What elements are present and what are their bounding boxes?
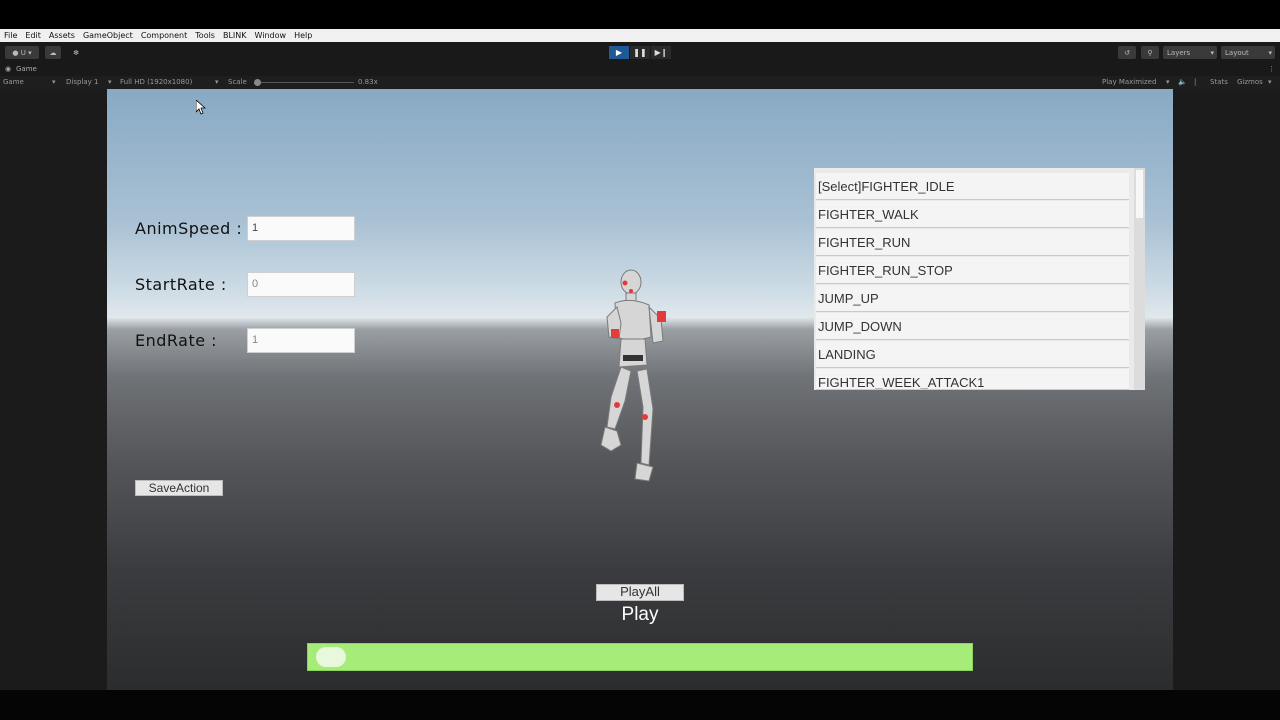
tab-game[interactable]: Game: [16, 65, 37, 73]
menu-bar: File Edit Assets GameObject Component To…: [0, 29, 1280, 42]
resolution-select[interactable]: Full HD (1920x1080): [120, 78, 192, 86]
stats-separator: |: [1194, 78, 1197, 86]
chevron-down-icon: ▾: [1210, 48, 1214, 57]
list-item[interactable]: FIGHTER_RUN_STOP: [816, 257, 1129, 284]
list-item[interactable]: JUMP_DOWN: [816, 313, 1129, 340]
menu-gameobject[interactable]: GameObject: [79, 31, 137, 40]
step-icon[interactable]: ▶❙: [651, 46, 671, 59]
chevron-down-icon: ▾: [52, 78, 56, 86]
list-item[interactable]: JUMP_UP: [816, 285, 1129, 312]
menu-file[interactable]: File: [0, 31, 21, 40]
start-rate-input[interactable]: 0: [247, 272, 355, 297]
menu-window[interactable]: Window: [251, 31, 291, 40]
start-rate-label: StartRate :: [135, 275, 227, 294]
display-select[interactable]: Display 1: [66, 78, 98, 86]
audio-icon[interactable]: 🔈: [1178, 78, 1187, 86]
play-mode-select[interactable]: Play Maximized: [1102, 78, 1156, 86]
scale-value: 0.83x: [358, 78, 378, 86]
scale-label: Scale: [228, 78, 247, 86]
layers-dropdown[interactable]: Layers ▾: [1163, 46, 1217, 59]
progress-slider[interactable]: [307, 643, 973, 671]
menu-help[interactable]: Help: [290, 31, 316, 40]
end-rate-input[interactable]: 1: [247, 328, 355, 353]
anim-speed-label: AnimSpeed :: [135, 219, 243, 238]
play-all-button[interactable]: PlayAll: [596, 584, 684, 601]
robot-character: [600, 269, 666, 482]
list-item[interactable]: FIGHTER_RUN: [816, 229, 1129, 256]
account-dropdown[interactable]: ● U ▾: [5, 46, 39, 59]
game-icon: ◉: [5, 65, 12, 73]
menu-blink[interactable]: BLINK: [219, 31, 251, 40]
save-action-button[interactable]: SaveAction: [135, 480, 223, 496]
scale-slider-track[interactable]: [256, 82, 354, 83]
end-rate-label: EndRate :: [135, 331, 218, 350]
animation-list: [Select]FIGHTER_IDLE FIGHTER_WALK FIGHTE…: [814, 168, 1145, 390]
play-label[interactable]: Play: [600, 604, 680, 626]
bottom-bar: [0, 690, 1280, 720]
main-toolbar: ● U ▾ ☁ ✻ ▶ ❚❚ ▶❙ ↺ ⚲ Layers ▾ Layout ▾: [0, 42, 1280, 63]
collab-icon[interactable]: ✻: [68, 46, 84, 59]
anim-speed-input[interactable]: 1: [247, 216, 355, 241]
game-view-toolbar: Game ▾ Display 1 ▾ Full HD (1920x1080) ▾…: [0, 76, 1280, 89]
chevron-down-icon: ▾: [215, 78, 219, 86]
view-select[interactable]: Game: [3, 78, 24, 86]
pause-icon[interactable]: ❚❚: [630, 46, 650, 59]
history-icon[interactable]: ↺: [1118, 46, 1136, 59]
menu-tools[interactable]: Tools: [191, 31, 219, 40]
chevron-down-icon: ▾: [1268, 48, 1272, 57]
stats-toggle[interactable]: Stats: [1210, 78, 1228, 86]
menu-component[interactable]: Component: [137, 31, 191, 40]
list-item[interactable]: [Select]FIGHTER_IDLE: [816, 173, 1129, 200]
list-scrollbar-thumb[interactable]: [1136, 170, 1143, 218]
list-item[interactable]: LANDING: [816, 341, 1129, 368]
list-item[interactable]: FIGHTER_WEEK_ATTACK1: [816, 369, 1129, 390]
menu-edit[interactable]: Edit: [21, 31, 45, 40]
mouse-cursor-icon: [196, 100, 206, 115]
chevron-down-icon: ▾: [1268, 78, 1272, 86]
more-options-icon[interactable]: ⋮: [1268, 65, 1275, 73]
progress-slider-handle[interactable]: [316, 647, 346, 667]
menu-assets[interactable]: Assets: [45, 31, 79, 40]
search-icon[interactable]: ⚲: [1141, 46, 1159, 59]
scale-slider-handle[interactable]: [254, 79, 261, 86]
list-item[interactable]: FIGHTER_WALK: [816, 201, 1129, 228]
chevron-down-icon: ▾: [1166, 78, 1170, 86]
layout-dropdown[interactable]: Layout ▾: [1221, 46, 1275, 59]
cloud-icon[interactable]: ☁: [45, 46, 61, 59]
game-tab-bar: ◉ Game ⋮: [0, 63, 1280, 76]
chevron-down-icon: ▾: [108, 78, 112, 86]
account-icon: ●: [12, 48, 21, 57]
gizmos-toggle[interactable]: Gizmos: [1237, 78, 1263, 86]
play-icon[interactable]: ▶: [609, 46, 629, 59]
